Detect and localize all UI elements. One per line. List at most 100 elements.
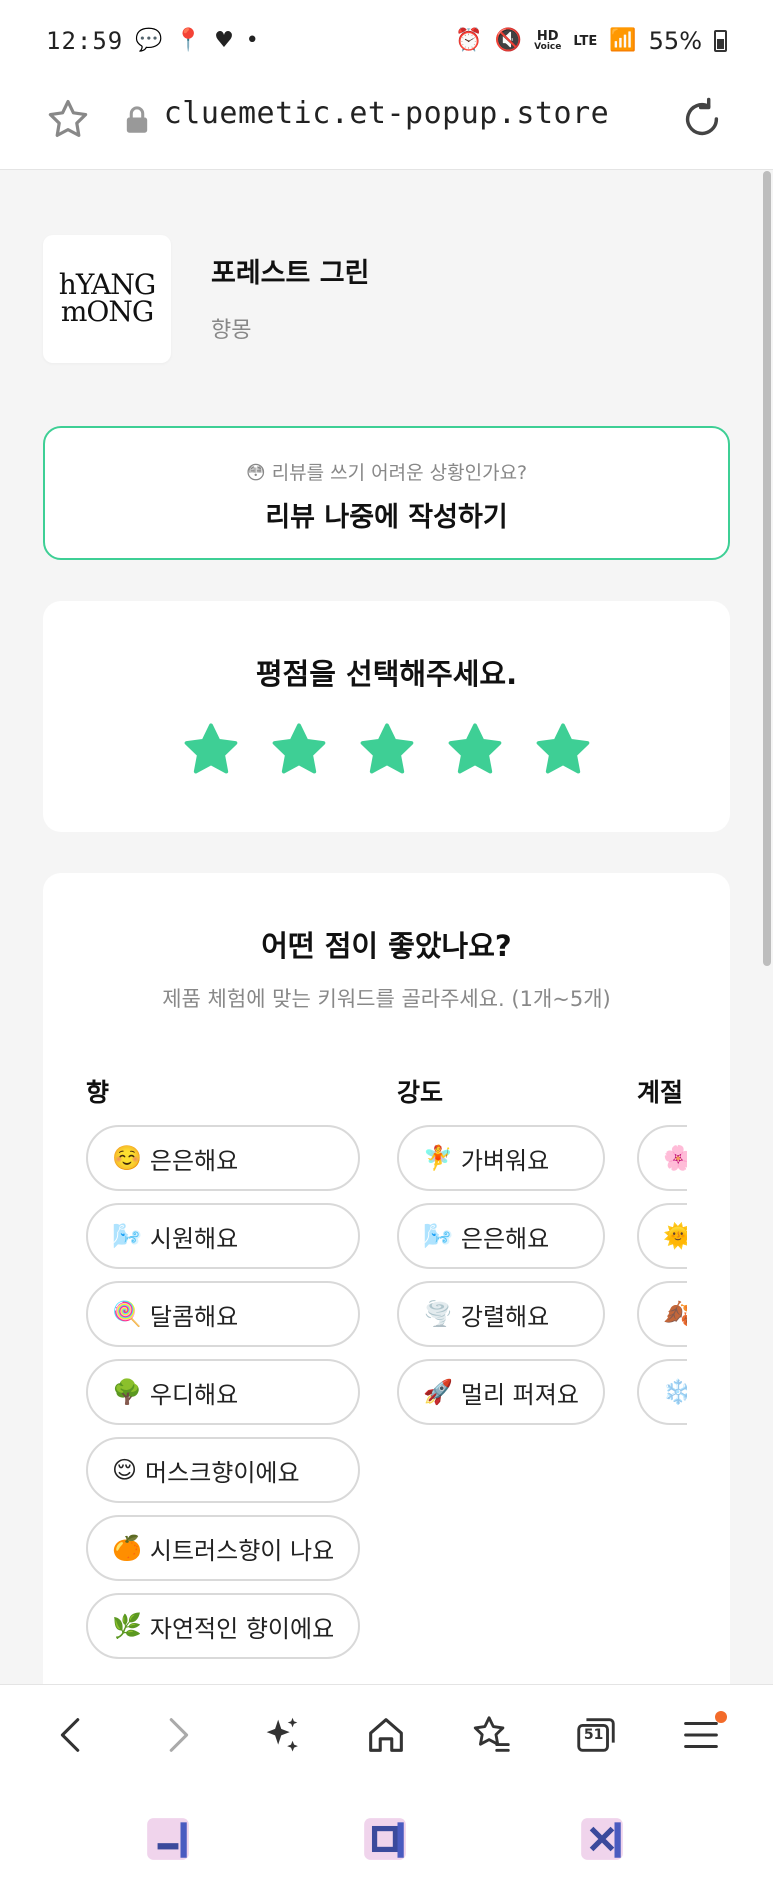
status-left: 12:59 💬 📍 ♥ •	[46, 27, 259, 55]
battery-text: 55%	[648, 27, 702, 55]
keyword-emoji-icon: 🌸	[663, 1144, 687, 1172]
heart-icon: ♥	[214, 28, 234, 53]
menu-button[interactable]	[671, 1705, 731, 1765]
tabs-button[interactable]: 51	[566, 1705, 626, 1765]
keyword-chip[interactable]: 🌸	[637, 1125, 687, 1191]
keyword-emoji-icon: 🚀	[423, 1378, 453, 1406]
url-text[interactable]: cluemetic.et-popup.store	[0, 96, 773, 131]
system-recents-icon[interactable]	[577, 1814, 627, 1864]
keyword-emoji-icon: 🌪️	[423, 1300, 453, 1328]
back-button[interactable]	[42, 1705, 102, 1765]
keyword-emoji-icon: 🍭	[112, 1300, 142, 1328]
keyword-chip[interactable]: 🌪️ 강렬해요	[397, 1281, 605, 1347]
sparkle-icon	[266, 1717, 298, 1751]
status-bar: 12:59 💬 📍 ♥ • ⏰ 🔇 HD Voice LTE 📶 55%	[0, 0, 773, 82]
keyword-chip-label: 머스크향이에요	[145, 1458, 300, 1487]
alarm-icon: ⏰	[455, 28, 483, 53]
hd-sub-label: Voice	[534, 42, 562, 52]
url-bar: cluemetic.et-popup.store	[0, 82, 773, 170]
home-icon	[369, 1717, 404, 1752]
browser-bottom-nav: 51	[0, 1684, 773, 1784]
keyword-chip-label: 멀리 퍼져요	[460, 1380, 579, 1409]
keyword-chip[interactable]: 🌿 자연적인 향이에요	[86, 1593, 361, 1659]
keyword-chip[interactable]: 🍭 달콤해요	[86, 1281, 361, 1347]
rating-star-1[interactable]	[182, 721, 240, 779]
bookmarks-star-icon	[474, 1715, 510, 1752]
page-content: hYANG mONG 포레스트 그린 향몽 😳 리뷰를 쓰기 어려운 상황인가요…	[0, 171, 773, 1684]
keyword-column: 계절 🌸 🌞 🍂 ❄️	[637, 1073, 687, 1425]
keyword-chip[interactable]: 🌬️ 시원해요	[86, 1203, 361, 1269]
keyword-title: 어떤 점이 좋았나요?	[261, 929, 512, 963]
rating-star-2[interactable]	[270, 721, 328, 779]
keyword-chip-label: 강렬해요	[460, 1302, 550, 1331]
keyword-chip-label: 은은해요	[460, 1224, 550, 1253]
keyword-chip-label: 우디해요	[149, 1380, 239, 1409]
status-time: 12:59	[46, 27, 124, 55]
rating-star-4[interactable]	[446, 721, 504, 779]
reload-icon[interactable]	[679, 96, 725, 142]
battery-icon	[714, 30, 727, 52]
signal-icon: 📶	[609, 28, 637, 53]
review-later-subtitle: 😳 리뷰를 쓰기 어려운 상황인가요?	[245, 462, 528, 484]
keyword-chip[interactable]: 🍊 시트러스향이 나요	[86, 1515, 361, 1581]
keyword-subtitle: 제품 체험에 맞는 키워드를 골라주세요. (1개~5개)	[162, 987, 611, 1011]
lte-label: LTE	[573, 33, 598, 49]
keyword-column: 강도 🧚 가벼워요 🌬️ 은은해요 🌪️ 강렬해요 🚀 멀리 퍼져요	[397, 1073, 605, 1425]
keyword-emoji-icon: 🌳	[112, 1378, 142, 1406]
keyword-chip-label: 자연적인 향이에요	[149, 1614, 335, 1643]
keyword-chip-label: 시트러스향이 나요	[149, 1536, 335, 1565]
keyword-column-header: 강도	[397, 1078, 444, 1107]
home-button[interactable]	[356, 1705, 416, 1765]
system-back-icon[interactable]	[143, 1814, 193, 1864]
system-nav-bar	[0, 1784, 773, 1890]
product-header: hYANG mONG 포레스트 그린 향몽	[43, 235, 369, 363]
review-later-button[interactable]: 😳 리뷰를 쓰기 어려운 상황인가요? 리뷰 나중에 작성하기	[43, 426, 730, 560]
keyword-emoji-icon: ☺️	[112, 1144, 142, 1172]
product-info: 포레스트 그린 향몽	[211, 251, 369, 344]
forward-button[interactable]	[147, 1705, 207, 1765]
rating-star-3[interactable]	[358, 721, 416, 779]
keyword-emoji-icon: 🌬️	[112, 1222, 142, 1250]
keyword-chip[interactable]: 🍂	[637, 1281, 687, 1347]
status-right: ⏰ 🔇 HD Voice LTE 📶 55%	[455, 27, 727, 55]
logo-line-2: mONG	[60, 295, 154, 328]
ai-sparkle-button[interactable]	[252, 1705, 312, 1765]
keyword-chip-label: 가벼워요	[460, 1146, 550, 1175]
location-icon: 📍	[174, 28, 203, 53]
keyword-emoji-icon: 🍊	[112, 1534, 142, 1562]
scrollbar[interactable]	[763, 171, 771, 966]
system-home-icon[interactable]	[360, 1814, 410, 1864]
keyword-chip[interactable]: 🧚 가벼워요	[397, 1125, 605, 1191]
chevron-right-icon	[169, 1717, 189, 1752]
keyword-columns: 향 ☺️ 은은해요 🌬️ 시원해요 🍭 달콤해요 🌳 우디해요 😌 머스크향이에요 🍊 시트러스향이 나…	[86, 1073, 687, 1684]
brand-logo: hYANG mONG	[43, 235, 171, 363]
chevron-left-icon	[61, 1717, 80, 1752]
keyword-chip[interactable]: 🌳 우디해요	[86, 1359, 361, 1425]
keyword-chip[interactable]: 😌 머스크향이에요	[86, 1437, 361, 1503]
keyword-chip[interactable]: 🌬️ 은은해요	[397, 1203, 605, 1269]
keyword-emoji-icon: 😌	[112, 1456, 138, 1484]
product-name: 포레스트 그린	[211, 258, 370, 289]
keyword-column-header: 계절	[637, 1078, 684, 1107]
tab-count: 51	[583, 1726, 604, 1743]
keyword-chip[interactable]: 🌞	[637, 1203, 687, 1269]
bookmarks-button[interactable]	[461, 1705, 521, 1765]
keyword-chip[interactable]: 🚀 멀리 퍼져요	[397, 1359, 605, 1425]
message-icon: 💬	[135, 28, 163, 53]
hd-voice-indicator: HD Voice	[534, 30, 561, 52]
menu-notification-dot	[714, 1710, 727, 1723]
mute-icon: 🔇	[494, 28, 523, 53]
keyword-emoji-icon: 🧚	[423, 1144, 453, 1172]
rating-title: 평점을 선택해주세요.	[255, 657, 518, 691]
keyword-emoji-icon: ❄️	[663, 1378, 687, 1406]
dot-icon: •	[245, 28, 259, 53]
rating-star-5[interactable]	[534, 721, 592, 779]
product-brand: 향몽	[211, 318, 252, 343]
review-later-label: 리뷰 나중에 작성하기	[265, 502, 508, 533]
keyword-emoji-icon: 🌞	[663, 1222, 687, 1250]
keyword-chip-label: 은은해요	[149, 1146, 239, 1175]
keyword-chip[interactable]: ☺️ 은은해요	[86, 1125, 361, 1191]
keyword-chip-label: 달콤해요	[149, 1302, 239, 1331]
keyword-emoji-icon: 🌬️	[423, 1222, 453, 1250]
keyword-chip[interactable]: ❄️	[637, 1359, 687, 1425]
